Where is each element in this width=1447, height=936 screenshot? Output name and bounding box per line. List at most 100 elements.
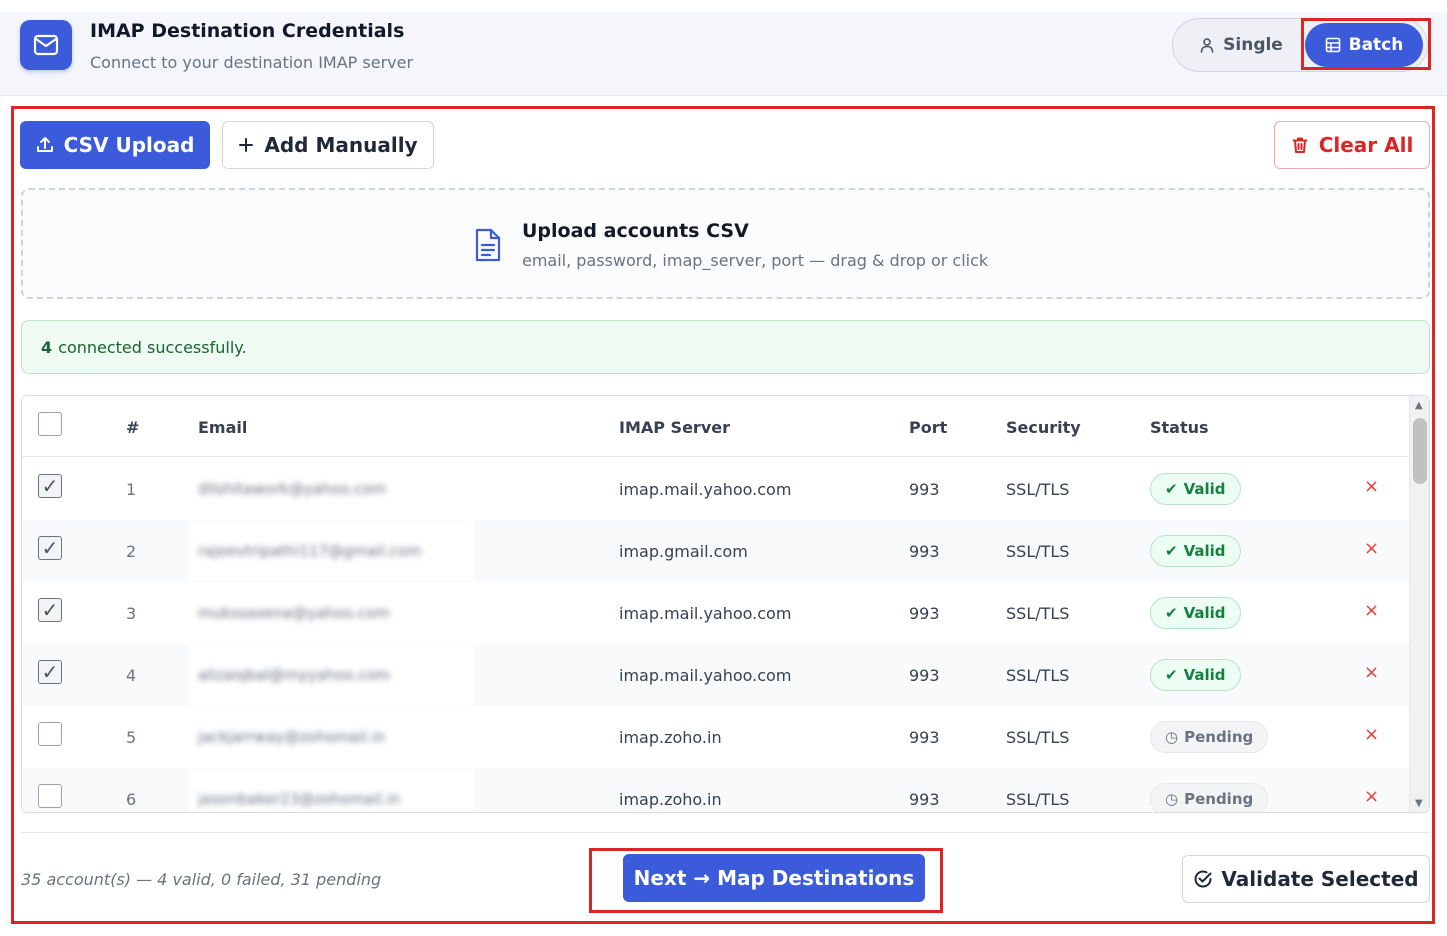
clear-all-button[interactable]: Clear All (1274, 121, 1430, 169)
check-icon: ✔ (1165, 542, 1178, 560)
status-label: Pending (1184, 790, 1254, 808)
row-email-text: jasonbaker23@zohomail.in (198, 790, 401, 808)
row-security: SSL/TLS (1006, 790, 1070, 809)
add-manually-button[interactable]: Add Manually (222, 121, 434, 169)
row-security: SSL/TLS (1006, 666, 1070, 685)
row-security: SSL/TLS (1006, 728, 1070, 747)
remove-row-icon[interactable]: × (1364, 786, 1379, 807)
scroll-down-icon[interactable]: ▼ (1415, 798, 1423, 809)
row-number: 5 (126, 728, 137, 747)
table-scrollbar[interactable]: ▲ ▼ (1409, 396, 1429, 812)
table-row[interactable]: ✓ 3 mukssaxena@yahoo.com imap.mail.yahoo.co… (22, 582, 1409, 644)
row-email-text: rajeevtripathi117@gmail.com (198, 542, 422, 560)
column-header-num: # (126, 418, 140, 437)
trash-icon (1292, 137, 1308, 153)
csv-upload-button[interactable]: CSV Upload (20, 121, 210, 169)
accounts-summary: 35 account(s) — 4 valid, 0 failed, 31 pe… (21, 870, 382, 889)
mail-icon (20, 20, 72, 70)
remove-row-icon[interactable]: × (1364, 476, 1379, 497)
row-security: SSL/TLS (1006, 480, 1070, 499)
column-header-status: Status (1150, 418, 1209, 437)
column-header-server: IMAP Server (619, 418, 730, 437)
row-security: SSL/TLS (1006, 604, 1070, 623)
row-port: 993 (909, 542, 940, 561)
footer-divider (21, 832, 1430, 833)
status-label: Valid (1183, 542, 1226, 560)
validate-selected-button[interactable]: Validate Selected (1182, 855, 1430, 903)
column-header-email: Email (198, 418, 248, 437)
dropzone-title: Upload accounts CSV (522, 220, 749, 242)
single-mode-button[interactable]: Single (1179, 23, 1303, 67)
csv-dropzone[interactable]: Upload accounts CSV email, password, ima… (21, 188, 1430, 299)
table-row[interactable]: ✓ 2 rajeevtripathi117@gmail.com imap.gmail.… (22, 520, 1409, 582)
row-imap-server: imap.gmail.com (619, 542, 748, 561)
row-number: 6 (126, 790, 137, 809)
add-manually-label: Add Manually (264, 133, 418, 157)
table-row[interactable]: ✓ 1 dilshitawork@yahoo.com imap.mail.yahoo.… (22, 458, 1409, 520)
check-icon: ✔ (1165, 666, 1178, 684)
row-port: 993 (909, 790, 940, 809)
batch-mode-button[interactable]: Batch (1305, 23, 1423, 67)
clock-icon: ◷ (1165, 790, 1179, 808)
page-subtitle: Connect to your destination IMAP server (90, 53, 414, 72)
row-port: 993 (909, 604, 940, 623)
row-number: 1 (126, 480, 137, 499)
row-email: jasonbaker23@zohomail.in (188, 769, 474, 812)
column-header-port: Port (909, 418, 948, 437)
remove-row-icon[interactable]: × (1364, 600, 1379, 621)
remove-row-icon[interactable]: × (1364, 538, 1379, 559)
batch-mode-label: Batch (1348, 35, 1404, 55)
row-imap-server: imap.zoho.in (619, 728, 722, 747)
scroll-up-icon[interactable]: ▲ (1415, 400, 1423, 411)
status-label: Valid (1183, 480, 1226, 498)
scroll-thumb[interactable] (1413, 418, 1427, 484)
status-badge: ✔ Valid (1150, 597, 1241, 629)
remove-row-icon[interactable]: × (1364, 724, 1379, 745)
table-row[interactable]: 5 jackjarrway@zohomail.in imap.zoho.in 993 S… (22, 706, 1409, 768)
table-icon (1325, 37, 1340, 53)
column-header-security: Security (1006, 418, 1081, 437)
status-badge: ✔ Valid (1150, 535, 1241, 567)
clear-all-label: Clear All (1318, 133, 1414, 157)
csv-upload-label: CSV Upload (63, 133, 195, 157)
check-icon: ✔ (1165, 480, 1178, 498)
row-email-text: mukssaxena@yahoo.com (198, 604, 390, 622)
row-number: 4 (126, 666, 137, 685)
status-label: Pending (1184, 728, 1254, 746)
table-row[interactable]: ✓ 4 alizaiqbal@myyahoo.com imap.mail.yahoo.… (22, 644, 1409, 706)
row-email: rajeevtripathi117@gmail.com (188, 521, 474, 581)
user-icon (1200, 38, 1214, 53)
dropzone-subtitle: email, password, imap_server, port — dra… (522, 251, 989, 270)
row-imap-server: imap.mail.yahoo.com (619, 666, 792, 685)
single-mode-label: Single (1223, 35, 1283, 55)
remove-row-icon[interactable]: × (1364, 662, 1379, 683)
status-label: Valid (1183, 604, 1226, 622)
row-checkbox[interactable] (38, 722, 62, 746)
row-email-text: alizaiqbal@myyahoo.com (198, 666, 391, 684)
page-header: IMAP Destination Credentials Connect to … (0, 12, 1447, 96)
checkmark-icon: ✓ (41, 536, 59, 560)
row-security: SSL/TLS (1006, 542, 1070, 561)
row-imap-server: imap.zoho.in (619, 790, 722, 809)
mode-toggle: Single Batch (1172, 18, 1428, 72)
row-number: 3 (126, 604, 137, 623)
page-title: IMAP Destination Credentials (90, 20, 405, 42)
file-text-icon (473, 228, 503, 266)
table-row[interactable]: 6 jasonbaker23@zohomail.in imap.zoho.in 993… (22, 768, 1409, 812)
row-port: 993 (909, 480, 940, 499)
status-badge: ◷ Pending (1150, 721, 1269, 753)
row-checkbox[interactable]: ✓ (38, 598, 62, 622)
next-map-destinations-button[interactable]: Next → Map Destinations (623, 854, 925, 902)
checkmark-icon: ✓ (41, 660, 59, 684)
success-banner: 4 connected successfully. (21, 320, 1430, 374)
row-imap-server: imap.mail.yahoo.com (619, 480, 792, 499)
row-email-text: jackjarrway@zohomail.in (198, 728, 386, 746)
select-all-checkbox[interactable] (38, 412, 62, 436)
status-label: Valid (1183, 666, 1226, 684)
row-checkbox[interactable]: ✓ (38, 660, 62, 684)
row-email: mukssaxena@yahoo.com (188, 583, 474, 643)
success-message: connected successfully. (58, 337, 247, 357)
row-checkbox[interactable]: ✓ (38, 474, 62, 498)
row-checkbox[interactable]: ✓ (38, 536, 62, 560)
row-checkbox[interactable] (38, 784, 62, 808)
